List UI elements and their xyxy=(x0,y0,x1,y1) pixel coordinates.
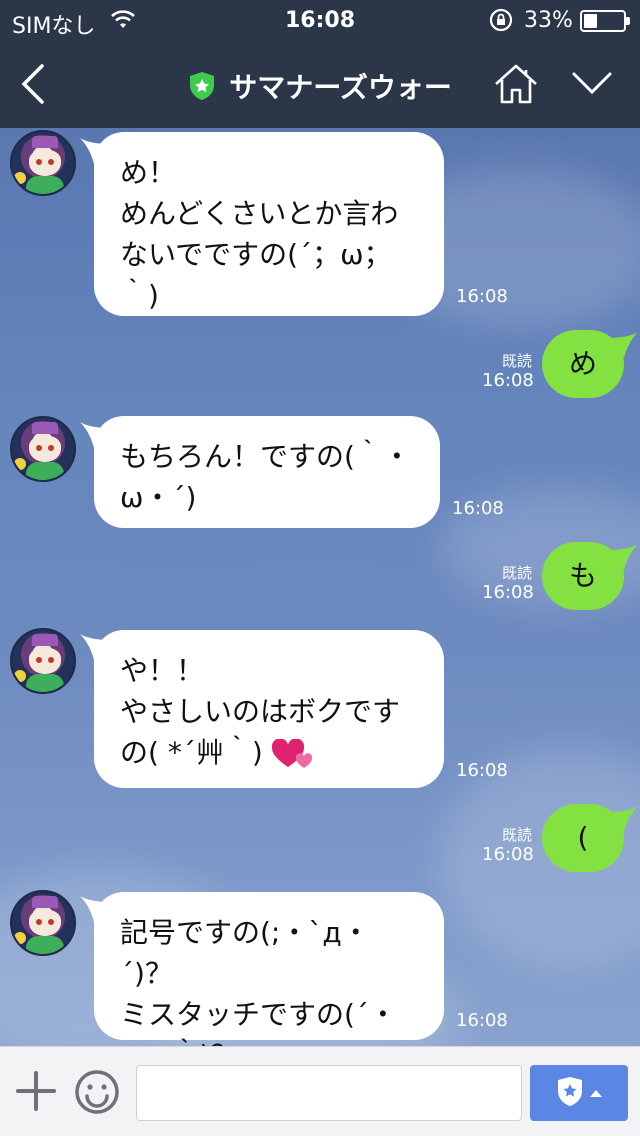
sender-avatar[interactable] xyxy=(10,130,76,196)
message-line: ω・´) xyxy=(120,481,197,514)
read-receipt: 既読 xyxy=(501,352,532,370)
sticker-shield-icon xyxy=(558,1077,602,1106)
message-timestamp: 16:08 xyxy=(482,370,534,391)
chat-header: サマナーズウォー xyxy=(0,40,640,128)
official-shield-icon xyxy=(190,72,215,100)
message-bubble-incoming[interactable]: め！ めんどくさいとか言わ ないでですの(´；ω； ｀) xyxy=(94,132,444,316)
message-bubble-incoming[interactable]: や！！ やさしいのはボクです の( *´艸｀) xyxy=(94,630,444,788)
message-line: ミスタッチですの(´・ xyxy=(120,998,397,1031)
message-line: ω・｀)？ xyxy=(120,1035,418,1046)
message-line: 記号ですの(;・`д・´)？ xyxy=(120,916,370,990)
message-timestamp: 16:08 xyxy=(456,760,508,781)
sender-avatar[interactable] xyxy=(10,416,76,482)
sender-avatar[interactable] xyxy=(10,890,76,956)
sticker-button[interactable] xyxy=(530,1065,628,1121)
message-bubble-incoming[interactable]: 記号ですの(;・`д・´)？ ミスタッチですの(´・ ω・｀)？ xyxy=(94,892,444,1046)
chevron-down-icon xyxy=(572,72,612,95)
message-bubble-incoming[interactable]: もちろん！ですの(｀・ ω・´) xyxy=(94,416,440,528)
message-line: めんどくさいとか言わ xyxy=(120,197,399,230)
message-line: の( *´艸｀) xyxy=(120,736,263,769)
message-timestamp: 16:08 xyxy=(482,844,534,865)
add-attachment-button[interactable] xyxy=(14,1069,58,1113)
sender-avatar[interactable] xyxy=(10,628,76,694)
message-line: もちろん！ですの(｀・ xyxy=(120,440,411,473)
chat-title: サマナーズウォー xyxy=(229,71,452,104)
smiley-icon xyxy=(75,1070,119,1114)
message-line: ないでですの(´；ω； xyxy=(120,238,392,271)
message-line: やさしいのはボクです xyxy=(120,695,401,728)
message-input-bar xyxy=(0,1046,640,1136)
home-icon xyxy=(495,64,537,104)
message-text-input[interactable] xyxy=(136,1065,522,1121)
message-line: ｀) xyxy=(120,279,159,312)
menu-toggle-button[interactable] xyxy=(568,66,616,102)
message-line: や！！ xyxy=(120,654,205,687)
plus-icon xyxy=(16,1071,56,1111)
chat-area[interactable]: め！ めんどくさいとか言わ ないでですの(´；ω； ｀) 16:08 既読 16… xyxy=(0,128,640,1046)
battery-percent: 33% xyxy=(524,8,573,33)
battery-icon xyxy=(580,10,630,32)
rotation-lock-icon xyxy=(488,7,514,39)
message-line: め！ xyxy=(120,156,177,189)
message-timestamp: 16:08 xyxy=(456,286,508,307)
home-button[interactable] xyxy=(492,62,540,106)
message-timestamp: 16:08 xyxy=(456,1010,508,1031)
battery-fill xyxy=(584,14,597,28)
heart-emoji-icon xyxy=(271,739,312,768)
read-receipt: 既読 xyxy=(501,826,532,844)
message-timestamp: 16:08 xyxy=(452,498,504,519)
status-bar: SIMなし 16:08 33% xyxy=(0,0,640,40)
chat-title-group[interactable]: サマナーズウォー xyxy=(0,66,640,106)
read-receipt: 既読 xyxy=(501,564,532,582)
emoji-button[interactable] xyxy=(74,1069,120,1115)
message-timestamp: 16:08 xyxy=(482,582,534,603)
